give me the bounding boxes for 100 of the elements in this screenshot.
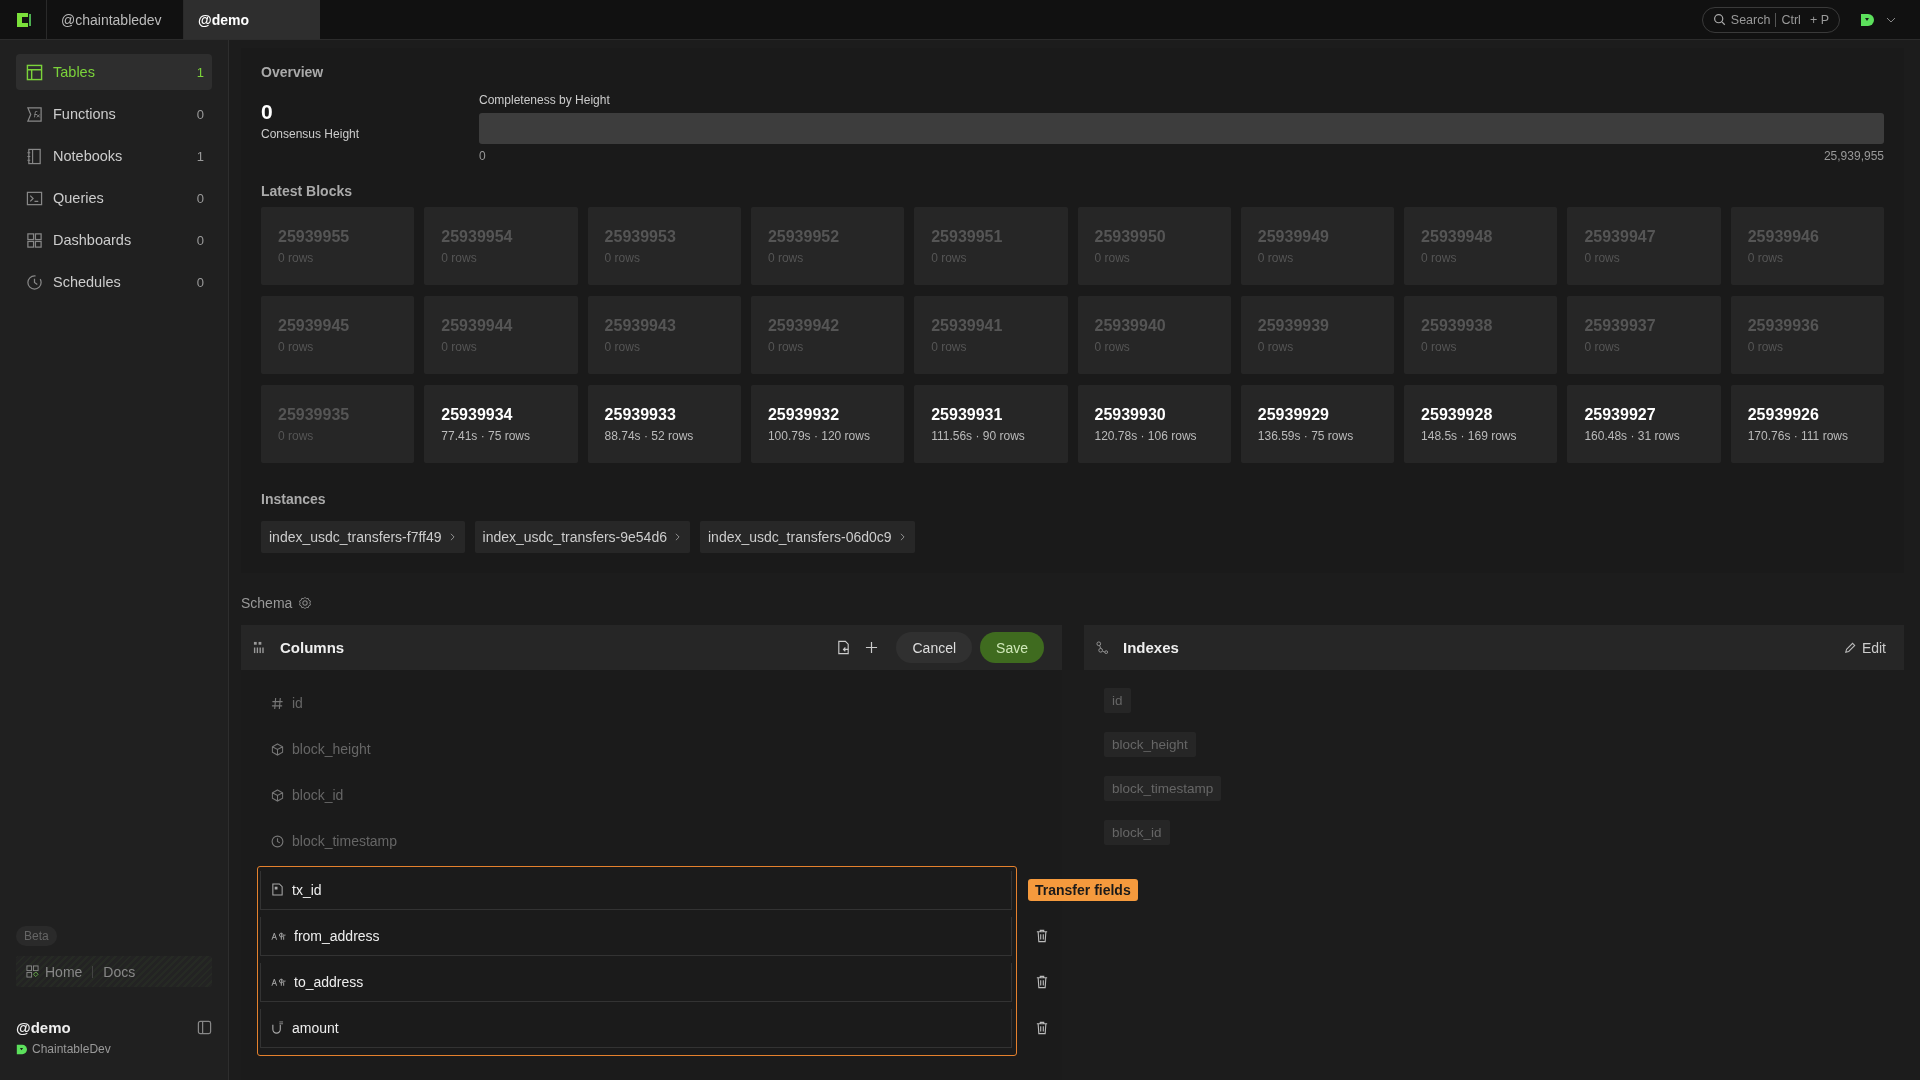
cube-icon [271,788,284,802]
column-field[interactable]: to_address [260,962,1012,1002]
panel-title: Indexes [1123,639,1179,656]
schema-title: Schema [241,595,293,611]
column-name: tx_id [292,881,322,898]
index-chip: block_timestamp [1104,776,1222,801]
sidebar-item[interactable]: Queries 0 [16,180,212,216]
save-button[interactable]: Save [980,632,1044,663]
block-number: 25939928 [1421,405,1494,424]
block-card[interactable]: 25939934 77.41s · 75 rows [424,385,578,463]
clock-icon [271,834,284,848]
column-name: amount [292,1019,339,1036]
block-detail: 136.59s · 75 rows [1257,428,1355,443]
workspace-tab[interactable]: @demo [183,0,320,39]
avatar-icon[interactable] [1860,12,1874,27]
address-type-icon [271,930,286,941]
section-title: Overview [261,64,325,80]
sidebar-item[interactable]: Schedules 0 [16,264,212,300]
home-link[interactable]: Home [26,963,83,980]
sidebar-item[interactable]: Functions 0 [16,96,212,132]
block-number: 25939932 [767,405,841,424]
column-name: block_height [292,741,371,757]
plus-icon[interactable] [865,641,879,654]
block-detail: 100.79s · 120 rows [767,428,871,443]
trash-icon[interactable] [1036,929,1048,943]
function-icon [26,105,43,123]
shortcut-key: + P [1809,12,1829,27]
grid-icon [26,231,43,249]
index-chip: id [1104,688,1131,713]
consensus-value: 0 [261,100,274,124]
address-type-icon [271,976,286,987]
column-name: from_address [294,927,380,944]
block-card[interactable]: 25939926 170.76s · 111 rows [1730,385,1884,463]
block-number: 25939934 [441,405,514,424]
block-detail: 77.41s · 75 rows [441,428,531,443]
block-number: 25939933 [604,405,677,424]
consensus-label: Consensus Height [261,127,361,141]
index-chip: block_id [1104,820,1170,845]
column-name: block_id [292,787,344,803]
cube-icon [271,742,284,756]
column-field[interactable]: tx_id [260,870,1012,910]
sidebar-toggle-icon[interactable] [197,1020,212,1035]
uint-icon [271,1021,284,1034]
sidebar-item[interactable]: Tables 1 [16,54,212,90]
block-card[interactable]: 25939930 120.78s · 106 rows [1077,385,1231,463]
instance-chip[interactable]: index_usdc_transfers-06d0c9 [700,521,915,553]
beta-badge: Beta [16,926,57,946]
block-detail: 111.56s · 90 rows [931,428,1026,443]
instance-chip[interactable]: index_usdc_transfers-9e54d6 [474,521,690,553]
hash-icon [271,696,284,710]
gear-icon[interactable] [298,596,313,610]
chevron-right-icon [899,533,905,541]
block-detail: 148.5s · 169 rows [1421,428,1518,443]
range-end: 25,939,955 [1823,149,1884,163]
block-card[interactable]: 25939928 148.5s · 169 rows [1404,385,1558,463]
section-title: Instances [261,491,327,507]
org-name: ChaintableDev [32,1042,111,1056]
panel-title: Columns [280,639,345,656]
org-logo-icon [16,1043,27,1055]
block-card[interactable]: 25939932 100.79s · 120 rows [750,385,905,463]
columns-icon [253,641,266,654]
sidebar-item[interactable]: Notebooks 1 [16,138,212,174]
document-icon [271,883,284,896]
column-name: block_timestamp [292,833,398,849]
trash-icon[interactable] [1036,975,1048,989]
notebook-icon [26,147,43,165]
block-card[interactable]: 25939929 136.59s · 75 rows [1240,385,1395,463]
terminal-icon [26,189,43,207]
chevron-right-icon [449,533,455,541]
index-chip: block_height [1104,732,1196,757]
column-field[interactable]: from_address [260,916,1012,956]
completeness-label: Completeness by Height [479,93,611,107]
group-tag: Transfer fields [1028,879,1138,901]
column-name: to_address [294,973,364,990]
pencil-icon [1843,641,1856,654]
section-title: Latest Blocks [261,183,354,199]
block-detail: 170.76s · 111 rows [1747,428,1849,443]
block-card[interactable]: 25939933 88.74s · 52 rows [587,385,741,463]
block-number: 25939926 [1747,405,1820,424]
edit-button[interactable]: Edit [1843,639,1886,656]
import-file-icon[interactable] [836,640,852,655]
docs-link[interactable]: Docs [103,963,136,980]
trash-icon[interactable] [1036,1021,1048,1035]
block-number: 25939930 [1094,405,1167,424]
instance-chip[interactable]: index_usdc_transfers-f7ff49 [261,521,465,553]
column-field[interactable]: amount [260,1008,1012,1048]
cancel-button[interactable]: Cancel [896,632,973,663]
range-start: 0 [479,149,486,163]
sidebar-item[interactable]: Dashboards 0 [16,222,212,258]
shortcut-key: Ctrl [1781,12,1801,27]
column-name: id [292,695,303,711]
block-detail: 160.48s · 31 rows [1584,428,1681,443]
block-card[interactable]: 25939927 160.48s · 31 rows [1567,385,1721,463]
block-card[interactable]: 25939931 111.56s · 90 rows [914,385,1068,463]
search-icon [1712,13,1726,26]
block-detail: 88.74s · 52 rows [604,428,695,443]
index-icon [1096,641,1109,654]
account-name: @demo [16,1019,71,1036]
chevron-down-icon[interactable] [1886,16,1896,23]
chevron-right-icon [675,533,680,541]
